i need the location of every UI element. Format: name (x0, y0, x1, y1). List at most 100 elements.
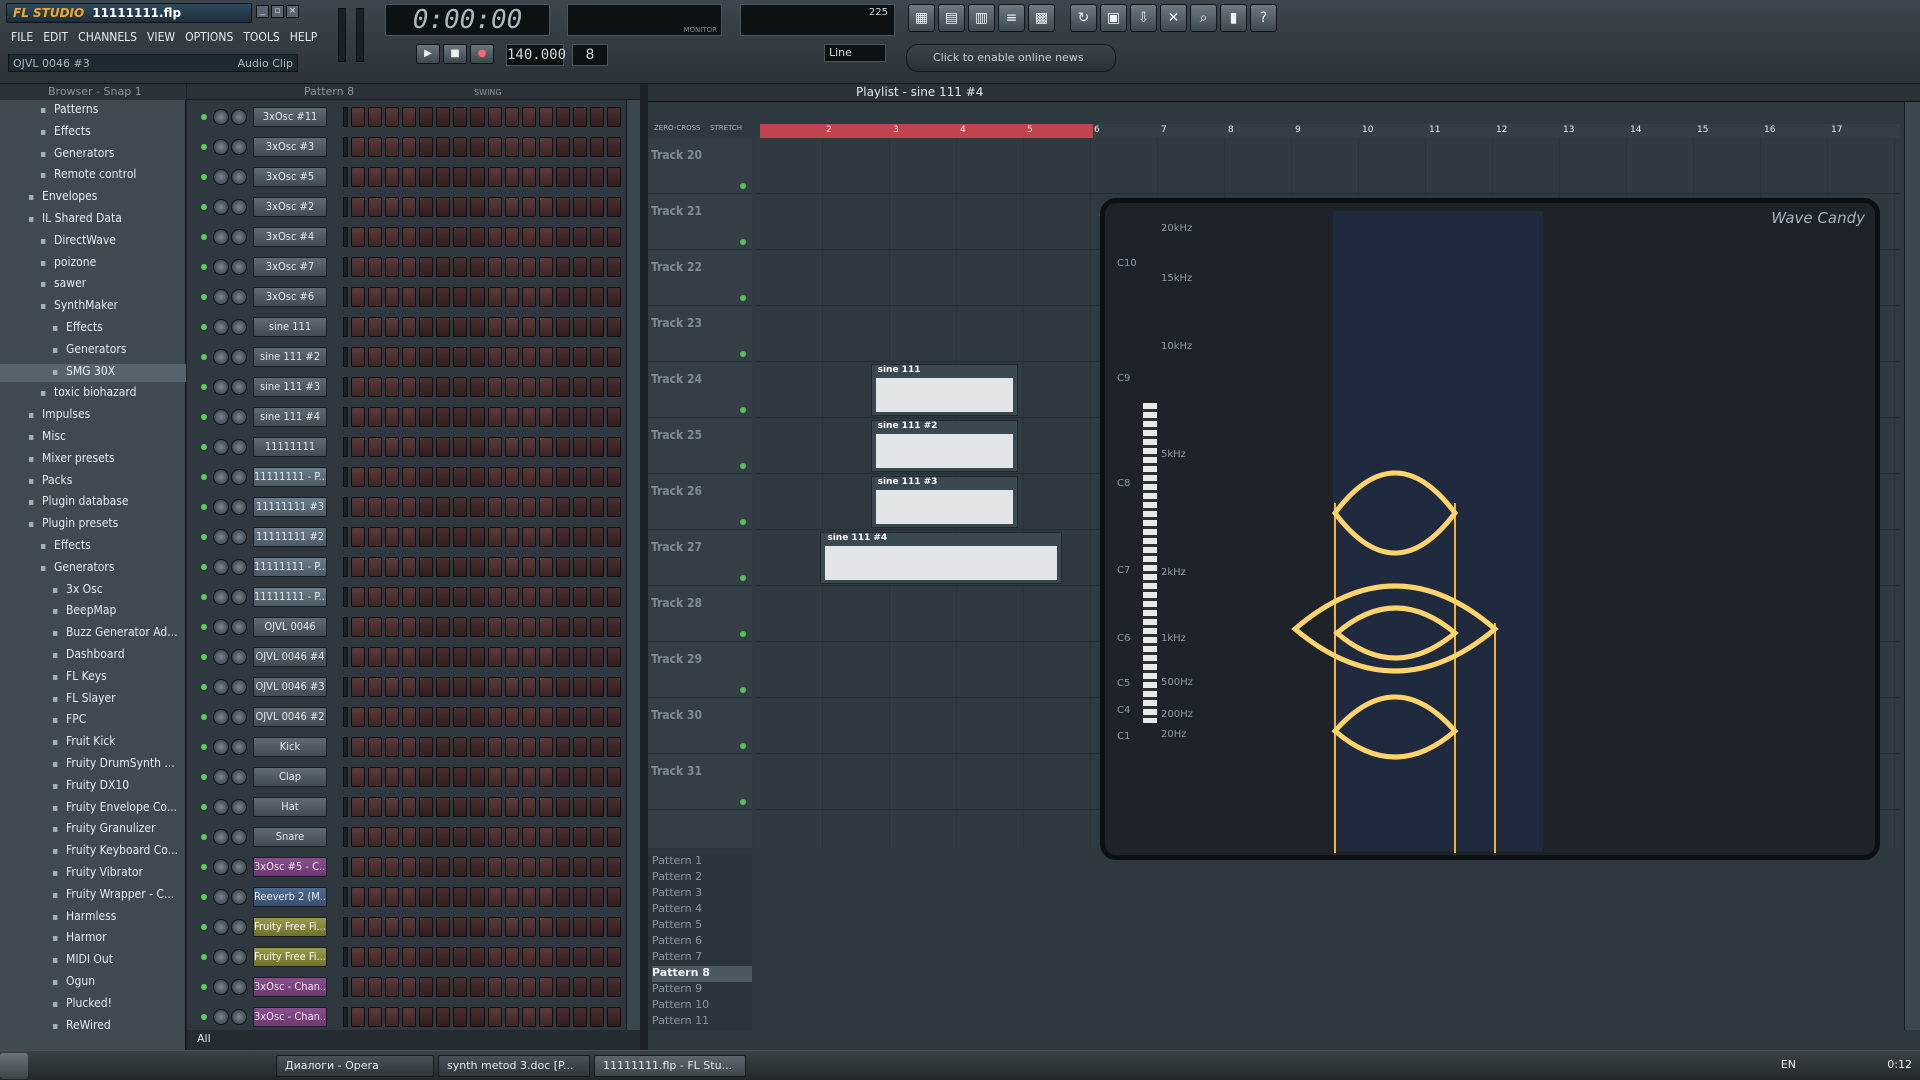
channel-volume-knob[interactable] (231, 499, 247, 515)
channel-pan-knob[interactable] (213, 679, 229, 695)
step-button[interactable] (589, 377, 604, 397)
channel-volume-knob[interactable] (231, 829, 247, 845)
step-button[interactable] (589, 287, 604, 307)
step-button[interactable] (606, 167, 621, 187)
step-button[interactable] (453, 407, 468, 427)
minimize-button[interactable]: _ (256, 5, 269, 18)
step-button[interactable] (572, 587, 587, 607)
step-button[interactable] (436, 527, 451, 547)
step-button[interactable] (538, 167, 553, 187)
channel-volume-knob[interactable] (231, 229, 247, 245)
step-button[interactable] (521, 797, 536, 817)
step-button[interactable] (385, 227, 400, 247)
step-button[interactable] (521, 557, 536, 577)
channel-mute-led[interactable] (201, 324, 207, 330)
channel-mute-led[interactable] (201, 204, 207, 210)
tempo-display[interactable]: 140.000 (506, 44, 566, 66)
channel-volume-knob[interactable] (231, 1009, 247, 1025)
step-button[interactable] (504, 377, 519, 397)
step-button[interactable] (368, 737, 383, 757)
step-button[interactable] (351, 767, 366, 787)
channel-pan-knob[interactable] (213, 439, 229, 455)
step-button[interactable] (402, 107, 417, 127)
channel-mute-led[interactable] (201, 894, 207, 900)
step-button[interactable] (419, 287, 434, 307)
track-header[interactable]: Track 31 (648, 754, 752, 810)
step-button[interactable] (589, 227, 604, 247)
step-button[interactable] (606, 857, 621, 877)
audio-clip[interactable]: sine 111 #3 (870, 476, 1018, 528)
step-button[interactable] (555, 917, 570, 937)
step-button[interactable] (555, 617, 570, 637)
step-button[interactable] (402, 1007, 417, 1027)
channel-name-button[interactable]: 3xOsc #4 (253, 227, 327, 247)
step-button[interactable] (453, 767, 468, 787)
step-button[interactable] (385, 287, 400, 307)
step-button[interactable] (589, 947, 604, 967)
step-button[interactable] (572, 617, 587, 637)
step-button[interactable] (606, 707, 621, 727)
step-button[interactable] (351, 617, 366, 637)
channel-name-button[interactable]: 11111111 - P... (253, 557, 327, 577)
step-button[interactable] (402, 737, 417, 757)
step-button[interactable] (453, 137, 468, 157)
step-button[interactable] (538, 827, 553, 847)
browser-item[interactable]: ▪ Impulses (0, 407, 186, 425)
step-button[interactable] (453, 887, 468, 907)
step-button[interactable] (521, 287, 536, 307)
step-button[interactable] (521, 617, 536, 637)
step-button[interactable] (402, 347, 417, 367)
step-button[interactable] (453, 647, 468, 667)
channel-name-button[interactable]: 3xOsc #11 (253, 107, 327, 127)
step-button[interactable] (589, 857, 604, 877)
browser-item[interactable]: ▪ IL Shared Data (0, 211, 186, 229)
step-button[interactable] (453, 917, 468, 937)
step-button[interactable] (538, 377, 553, 397)
step-button[interactable] (419, 1007, 434, 1027)
step-button[interactable] (589, 617, 604, 637)
task-fl-studio[interactable]: 11111111.flp - FL Stu... (594, 1055, 746, 1077)
step-button[interactable] (606, 797, 621, 817)
step-button[interactable] (368, 257, 383, 277)
step-button[interactable] (555, 677, 570, 697)
step-button[interactable] (419, 857, 434, 877)
step-button[interactable] (368, 347, 383, 367)
step-button[interactable] (419, 527, 434, 547)
channel-mute-led[interactable] (201, 624, 207, 630)
step-button[interactable] (487, 377, 502, 397)
step-button[interactable] (487, 137, 502, 157)
pattern-item[interactable]: Pattern 7 (652, 950, 752, 966)
track-header[interactable]: Track 28 (648, 586, 752, 642)
channel-name-button[interactable]: sine 111 #4 (253, 407, 327, 427)
step-button[interactable] (487, 767, 502, 787)
step-button[interactable] (487, 287, 502, 307)
step-button[interactable] (521, 857, 536, 877)
step-button[interactable] (351, 377, 366, 397)
step-button[interactable] (606, 827, 621, 847)
channel-volume-knob[interactable] (231, 379, 247, 395)
step-button[interactable] (572, 317, 587, 337)
pattern-item[interactable]: Pattern 5 (652, 918, 752, 934)
browser-item[interactable]: ▪ Fruity DrumSynth ... (0, 756, 186, 774)
menu-view[interactable]: VIEW (142, 28, 180, 48)
step-button[interactable] (368, 557, 383, 577)
playlist-scrollbar[interactable] (1904, 102, 1920, 1030)
step-button[interactable] (419, 467, 434, 487)
step-button[interactable] (436, 977, 451, 997)
step-button[interactable] (385, 737, 400, 757)
step-button[interactable] (521, 587, 536, 607)
step-button[interactable] (385, 137, 400, 157)
step-button[interactable] (470, 827, 485, 847)
step-button[interactable] (589, 977, 604, 997)
step-button[interactable] (555, 827, 570, 847)
channel-volume-knob[interactable] (231, 559, 247, 575)
channel-name-button[interactable]: OJVL 0046 (253, 617, 327, 637)
step-button[interactable] (589, 407, 604, 427)
step-button[interactable] (572, 827, 587, 847)
task-opera[interactable]: Диалоги - Opera (276, 1055, 434, 1077)
step-button[interactable] (368, 677, 383, 697)
track-mute-switch[interactable] (740, 743, 746, 749)
step-button[interactable] (504, 137, 519, 157)
step-button[interactable] (521, 827, 536, 847)
browser-item[interactable]: ▪ Fruity Vibrator (0, 865, 186, 883)
